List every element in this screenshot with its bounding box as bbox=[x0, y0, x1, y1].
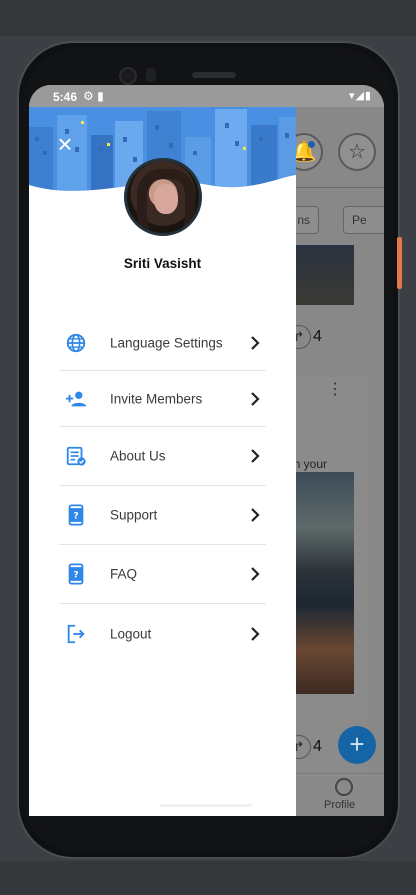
avatar-hair bbox=[137, 169, 195, 233]
menu-item-logout[interactable]: Logout bbox=[59, 604, 266, 663]
menu-item-label: Invite Members bbox=[110, 391, 203, 406]
phone-screen: 5:46 ⚙ ▮ ▾◢▮ 🔔 ☆ ns Pe ↱ 4 ⋮ on your ↱ 4 +… bbox=[29, 85, 384, 816]
phone-question-icon: ? bbox=[68, 504, 84, 526]
user-name: Sriti Vasisht bbox=[123, 256, 202, 271]
top-frame-bar bbox=[0, 0, 416, 36]
chevron-right-icon bbox=[251, 626, 260, 641]
status-bar: 5:46 ⚙ ▮ ▾◢▮ bbox=[29, 85, 384, 107]
notification-dot bbox=[308, 141, 315, 148]
chevron-right-icon bbox=[251, 391, 260, 406]
menu-item-label: Language Settings bbox=[110, 335, 223, 350]
front-camera bbox=[119, 67, 137, 85]
avatar[interactable] bbox=[124, 158, 202, 236]
logout-icon bbox=[67, 624, 85, 643]
drawer-menu: Language Settings Invite Members About U… bbox=[59, 315, 266, 663]
share-count: 4 bbox=[313, 738, 322, 755]
background-post-image-2 bbox=[292, 472, 354, 694]
chevron-right-icon bbox=[251, 508, 260, 522]
svg-text:?: ? bbox=[73, 511, 78, 522]
chevron-right-icon bbox=[251, 449, 260, 463]
profile-icon bbox=[335, 778, 353, 796]
add-person-icon bbox=[65, 391, 87, 406]
share-count: 4 bbox=[313, 328, 322, 345]
earpiece-speaker bbox=[192, 72, 236, 78]
more-vert-icon: ⋮ bbox=[327, 381, 343, 398]
chevron-right-icon bbox=[251, 567, 260, 581]
menu-item-language-settings[interactable]: Language Settings bbox=[59, 315, 266, 371]
add-fab-button: + bbox=[338, 726, 376, 764]
profile-nav-label: Profile bbox=[324, 799, 356, 811]
navigation-drawer: × Sriti Vasisht Language Settings Invite… bbox=[29, 107, 296, 816]
status-notification-icons: ⚙ ▮ bbox=[83, 89, 104, 103]
globe-icon bbox=[66, 333, 86, 352]
menu-item-label: FAQ bbox=[110, 566, 138, 582]
phone-question-icon: ? bbox=[68, 563, 84, 585]
chevron-right-icon bbox=[251, 335, 260, 350]
status-system-icons: ▾◢▮ bbox=[348, 90, 372, 102]
menu-item-invite-members[interactable]: Invite Members bbox=[59, 371, 266, 427]
power-button bbox=[397, 237, 402, 289]
menu-item-faq[interactable]: ? FAQ bbox=[59, 545, 266, 604]
status-time: 5:46 bbox=[53, 90, 78, 104]
favorites-star-button: ☆ bbox=[338, 133, 376, 171]
close-drawer-button[interactable]: × bbox=[55, 131, 75, 157]
svg-text:?: ? bbox=[73, 570, 78, 581]
menu-item-label: Support bbox=[110, 507, 158, 523]
menu-item-about-us[interactable]: About Us bbox=[59, 427, 266, 486]
document-check-icon bbox=[66, 446, 86, 466]
home-gesture-bar[interactable] bbox=[160, 804, 252, 807]
menu-item-label: About Us bbox=[110, 448, 166, 464]
menu-item-support[interactable]: ? Support bbox=[59, 486, 266, 545]
proximity-sensor bbox=[146, 68, 156, 82]
star-icon: ☆ bbox=[348, 141, 366, 163]
background-filter-chip-2: Pe bbox=[343, 206, 384, 234]
menu-item-label: Logout bbox=[110, 626, 152, 641]
bottom-frame-bar bbox=[0, 861, 416, 895]
